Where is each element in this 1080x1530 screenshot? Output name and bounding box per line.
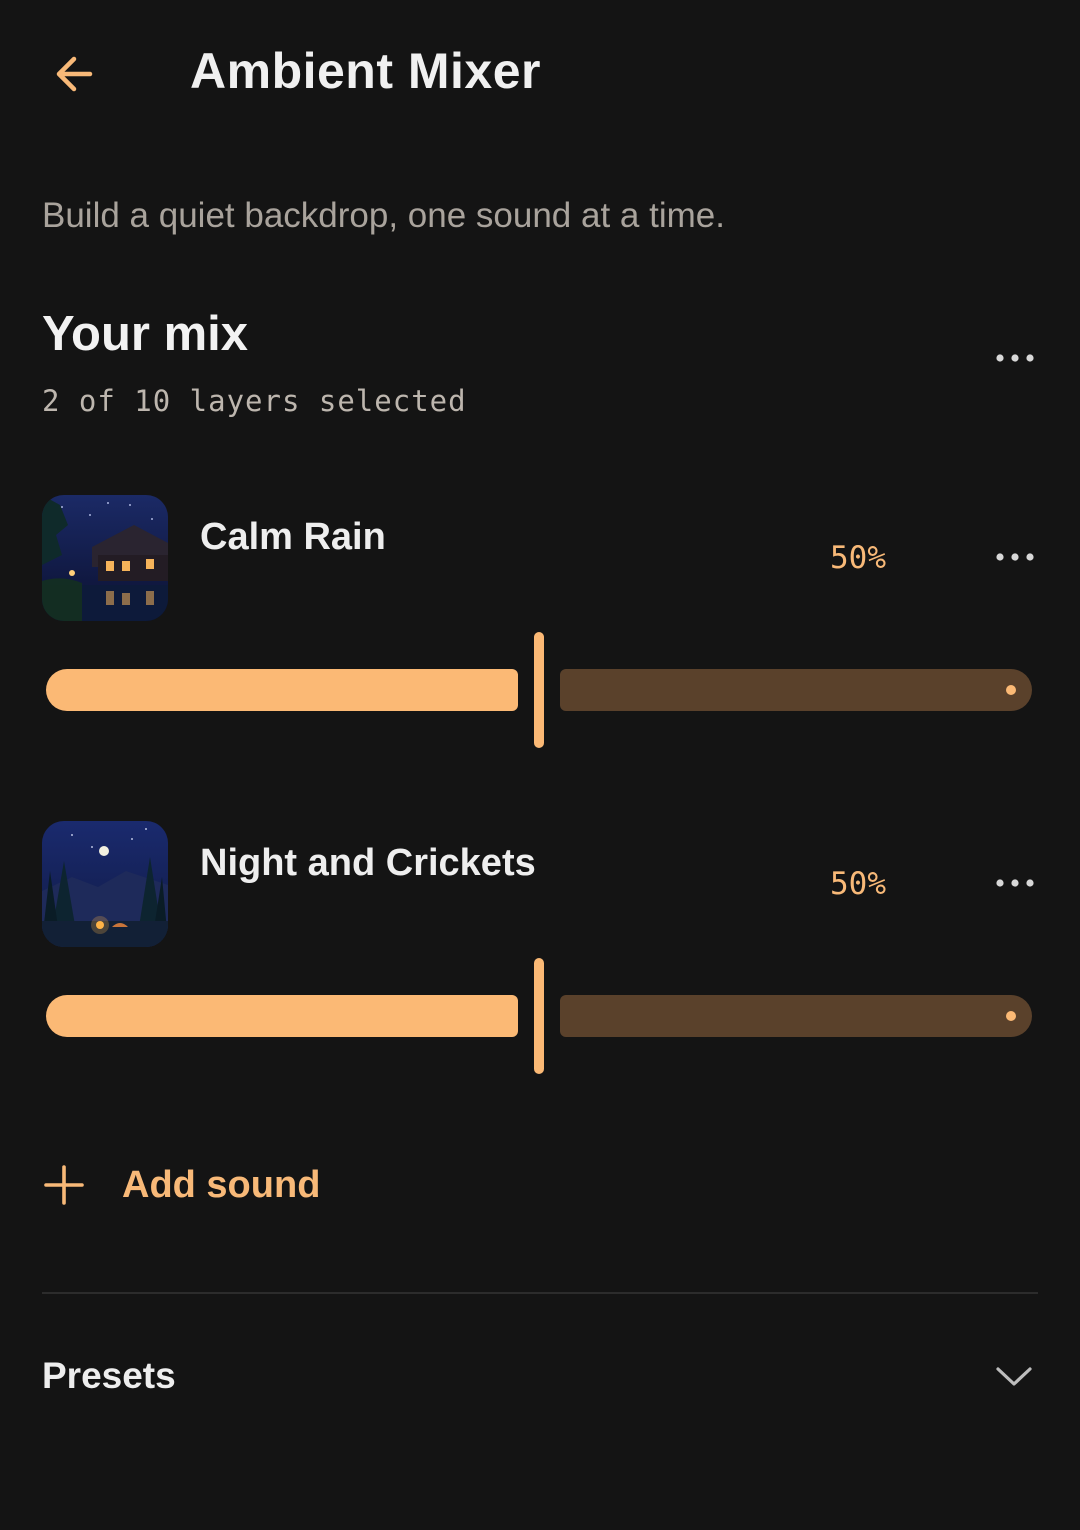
layer-name: Calm Rain [200,516,386,558]
layer-volume-percent: 50% [830,540,886,576]
presets-expander[interactable]: Presets [42,1340,1038,1412]
divider [42,1292,1038,1294]
slider-handle[interactable] [534,632,544,748]
more-horizontal-icon [996,553,1034,561]
slider-track-active [46,995,518,1037]
add-sound-button[interactable]: Add sound [42,1150,320,1220]
chevron-down-icon [996,1367,1032,1386]
slider-end-dot [1006,1011,1016,1021]
volume-slider[interactable] [46,958,1032,1076]
more-horizontal-icon [996,354,1034,362]
slider-handle[interactable] [534,958,544,1074]
slider-end-dot [1006,685,1016,695]
forest-moon-campfire-image [42,821,168,947]
back-button[interactable] [40,40,108,108]
volume-slider[interactable] [46,632,1032,750]
add-sound-label: Add sound [122,1163,321,1206]
slider-track-inactive [560,995,1032,1037]
layer-count: 2 of 10 layers selected [42,384,467,418]
page-title: Ambient Mixer [190,43,542,99]
slider-track-inactive [560,669,1032,711]
page-subtitle: Build a quiet backdrop, one sound at a t… [42,196,725,235]
layer-volume-percent: 50% [830,866,886,902]
plus-icon [44,1165,84,1205]
more-horizontal-icon [996,879,1034,887]
mix-more-button[interactable] [990,343,1040,373]
slider-track-active [46,669,518,711]
arrow-left-icon [56,56,93,92]
layer-more-button[interactable] [990,868,1040,898]
section-title: Your mix [42,307,249,361]
presets-label: Presets [42,1355,176,1396]
layer-name: Night and Crickets [200,842,536,884]
rainy-cabin-night-image [42,495,168,621]
layer-more-button[interactable] [990,542,1040,572]
